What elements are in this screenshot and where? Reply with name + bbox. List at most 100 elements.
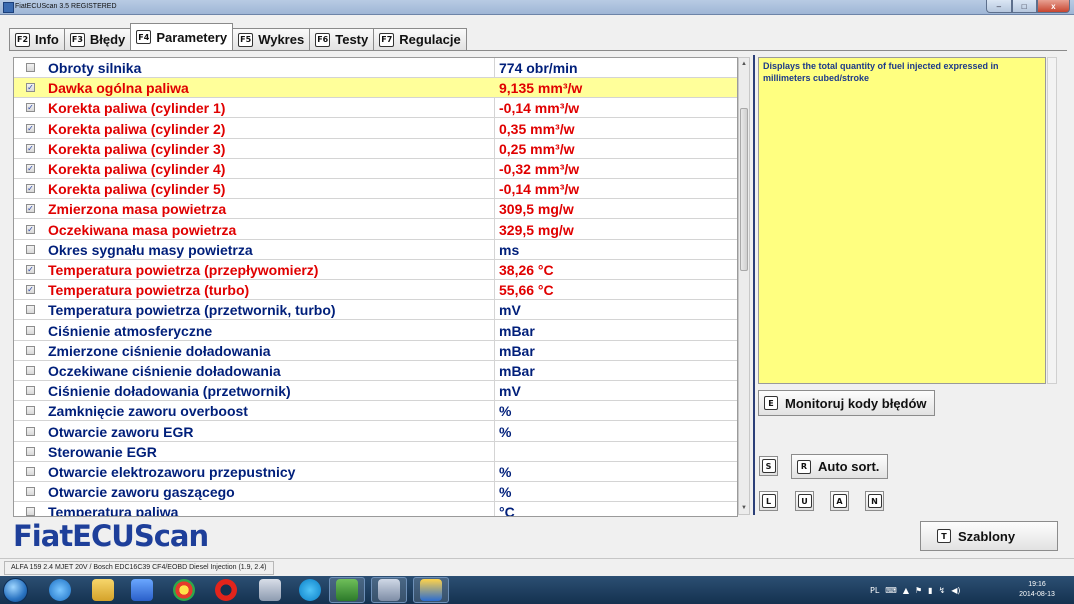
parameter-row[interactable]: Zamknięcie zaworu overboost% (14, 401, 737, 422)
scroll-up-arrow-icon[interactable]: ▲ (739, 58, 749, 70)
key-badge: F5 (238, 32, 254, 47)
parameter-checkbox[interactable] (26, 406, 35, 416)
parameter-checkbox[interactable] (26, 467, 35, 476)
parameter-checkbox[interactable] (26, 426, 35, 436)
skype-icon[interactable] (299, 579, 321, 601)
start-button[interactable] (3, 578, 28, 603)
scroll-down-arrow-icon[interactable]: ▼ (739, 502, 749, 514)
description-scrollbar[interactable] (1047, 57, 1057, 384)
media-player-icon[interactable] (131, 579, 153, 601)
n-button[interactable]: N (865, 491, 884, 511)
parameter-row[interactable]: Temperatura powietrza (turbo) 55,66 °C (14, 280, 737, 301)
close-button[interactable]: x (1036, 0, 1070, 13)
network-icon[interactable]: ↯ (939, 586, 946, 595)
monitor-error-codes-button[interactable]: E Monitoruj kody błędów (758, 390, 935, 416)
parameter-checkbox[interactable] (26, 63, 35, 72)
tab-info[interactable]: F2 Info (9, 28, 65, 50)
parameter-row[interactable]: Oczekiwana masa powietrza 329,5 mg/w (14, 220, 737, 240)
u-button[interactable]: U (795, 491, 814, 511)
language-indicator[interactable]: PL (870, 586, 879, 595)
parameter-checkbox[interactable] (26, 386, 35, 396)
parameter-checkbox[interactable] (26, 184, 35, 194)
opera-icon[interactable] (215, 579, 237, 601)
parameter-checkbox[interactable] (26, 366, 35, 375)
parameter-checkbox[interactable] (26, 325, 35, 335)
parameter-checkbox[interactable] (26, 123, 35, 133)
tab-bledy[interactable]: F3 Błędy (63, 28, 132, 50)
parameter-row[interactable]: Ciśnienie atmosferyczne mBar (14, 321, 737, 341)
s-button[interactable]: S (759, 456, 778, 476)
parameter-row[interactable]: Okres sygnału masy powietrza ms (14, 240, 737, 260)
parameter-name: Temperatura powietrza (przetwornik, turb… (48, 302, 336, 319)
auto-sort-button[interactable]: R Auto sort. (791, 454, 888, 479)
fiatecuscan-logo: FiatECUScan (13, 519, 209, 553)
key-badge: U (797, 494, 812, 508)
tab-label: Testy (335, 32, 369, 47)
parameter-checkbox[interactable] (26, 224, 35, 234)
network-tool-icon[interactable] (259, 579, 281, 601)
key-badge: L (761, 494, 776, 508)
parameter-value: 329,5 mg/w (499, 221, 574, 238)
parameter-checkbox[interactable] (26, 265, 35, 274)
button-label: Monitoruj kody błędów (785, 395, 927, 411)
chrome-icon[interactable] (173, 579, 195, 601)
parameter-row[interactable]: Sterowanie EGR (14, 442, 737, 462)
parameter-row[interactable]: Korekta paliwa (cylinder 1) -0,14 mm³/w (14, 98, 737, 119)
parameter-row[interactable]: Korekta paliwa (cylinder 2) 0,35 mm³/w (14, 119, 737, 139)
parameter-name: Korekta paliwa (cylinder 3) (48, 140, 226, 157)
system-tray: PL ⌨ ▲ ⚑ ▮ ↯ ◀) (870, 579, 961, 601)
system-clock[interactable]: 19:16 2014-08-13 (1012, 580, 1062, 600)
parameter-row[interactable]: Korekta paliwa (cylinder 5) -0,14 mm³/w (14, 179, 737, 200)
parameter-row[interactable]: Oczekiwane ciśnienie doładowania mBar (14, 361, 737, 381)
parameter-checkbox[interactable] (26, 345, 35, 355)
scroll-thumb[interactable] (740, 108, 748, 271)
parameter-name: Sterowanie EGR (48, 443, 157, 460)
parameter-row[interactable]: Otwarcie zaworu gaszącego% (14, 482, 737, 503)
parameter-checkbox[interactable] (26, 164, 35, 173)
tab-wykres[interactable]: F5 Wykres (232, 28, 311, 50)
parameter-row[interactable]: Zmierzona masa powietrza 309,5 mg/w (14, 199, 737, 220)
parameter-checkbox[interactable] (26, 487, 35, 497)
parameter-checkbox[interactable] (26, 244, 35, 254)
parameter-checkbox[interactable] (26, 143, 35, 153)
parameter-checkbox[interactable] (26, 446, 35, 456)
l-button[interactable]: L (759, 491, 778, 511)
parameter-row[interactable]: Zmierzone ciśnienie doładowania mBar (14, 341, 737, 361)
parameter-row[interactable]: Otwarcie elektrozaworu przepustnicy% (14, 462, 737, 482)
parameter-checkbox[interactable] (26, 204, 35, 214)
tab-testy[interactable]: F6 Testy (309, 28, 375, 50)
parameter-row[interactable]: Otwarcie zaworu EGR% (14, 422, 737, 442)
parameter-row[interactable]: Dawka ogólna paliwa 9,135 mm³/w (14, 78, 737, 99)
parameter-checkbox[interactable] (26, 285, 35, 295)
action-center-flag-icon[interactable]: ⚑ (915, 586, 922, 595)
maximize-button[interactable]: □ (1011, 0, 1037, 13)
parameter-row[interactable]: Temperatura powietrza (przetwornik, turb… (14, 300, 737, 321)
parameter-row[interactable]: Korekta paliwa (cylinder 4) -0,32 mm³/w (14, 159, 737, 179)
security-shield-icon[interactable] (420, 579, 442, 601)
keyboard-icon[interactable]: ⌨ (885, 586, 897, 595)
volume-icon[interactable]: ◀) (951, 586, 960, 595)
tab-regulacje[interactable]: F7 Regulacje (373, 28, 467, 50)
internet-explorer-icon[interactable] (49, 579, 71, 601)
file-explorer-icon[interactable] (92, 579, 114, 601)
parameter-checkbox[interactable] (26, 83, 35, 93)
parameter-row[interactable]: Temperatura powietrza (przepływomierz) 38… (14, 260, 737, 280)
parameter-row[interactable]: Temperatura paliwa °C (14, 502, 737, 516)
parameter-row[interactable]: Ciśnienie doładowania (przetwornik) mV (14, 381, 737, 402)
parameter-checkbox[interactable] (26, 305, 35, 315)
parameter-checkbox[interactable] (26, 103, 35, 113)
parameter-row[interactable]: Korekta paliwa (cylinder 3) 0,25 mm³/w (14, 139, 737, 159)
tool-taskbar-icon[interactable] (378, 579, 400, 601)
parameter-list[interactable]: Obroty silnika 774 obr/min Dawka ogólna pa… (13, 57, 738, 517)
parameter-row[interactable]: Obroty silnika 774 obr/min (14, 58, 737, 78)
parameter-checkbox[interactable] (26, 507, 35, 516)
fiatecuscan-taskbar-icon[interactable] (336, 579, 358, 601)
templates-button[interactable]: T Szablony (920, 521, 1058, 551)
parameter-list-scrollbar[interactable]: ▲ ▼ (738, 57, 750, 515)
tab-parametery[interactable]: F4 Parametery (130, 23, 234, 50)
minimize-button[interactable]: – (986, 0, 1012, 13)
parameter-value: mBar (499, 322, 535, 339)
a-button[interactable]: A (830, 491, 849, 511)
battery-icon[interactable]: ▮ (928, 586, 932, 595)
tray-expand-icon[interactable]: ▲ (903, 586, 909, 595)
